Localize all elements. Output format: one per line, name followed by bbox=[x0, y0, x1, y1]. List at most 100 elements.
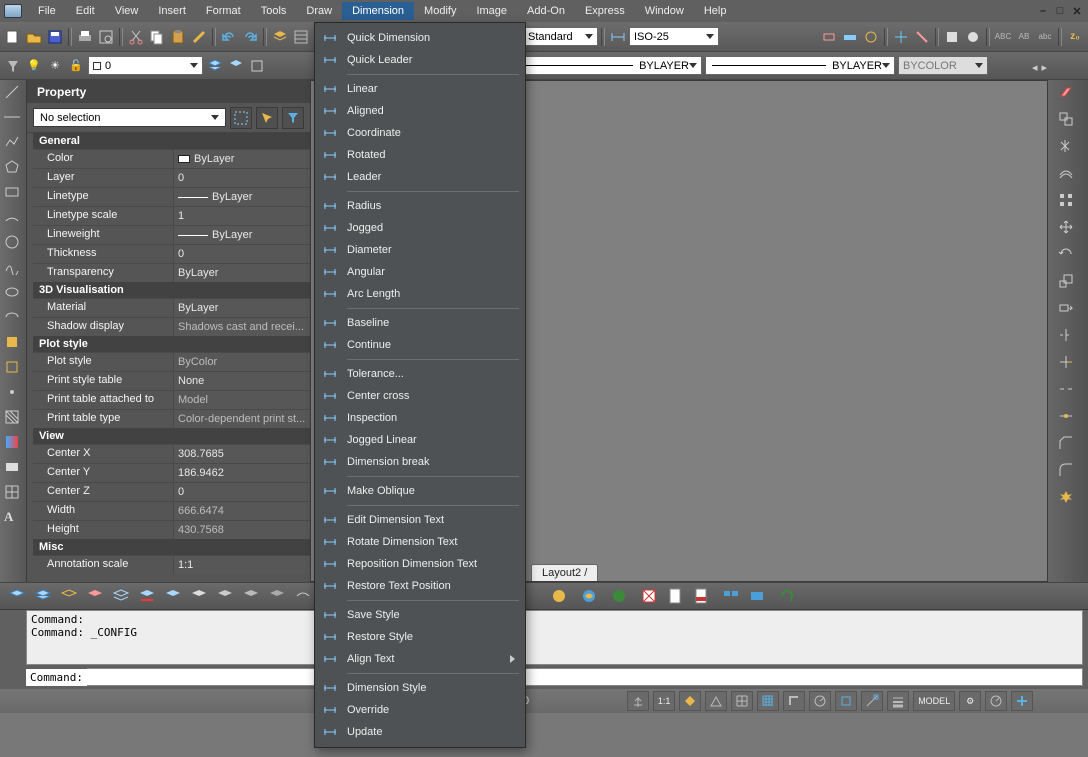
model-button[interactable]: MODEL bbox=[913, 691, 955, 711]
command-history[interactable]: Command: Command: _CONFIG bbox=[26, 610, 1083, 665]
menu-insert[interactable]: Insert bbox=[148, 2, 196, 20]
ellipse-arc-icon[interactable] bbox=[4, 309, 22, 327]
circle-icon[interactable] bbox=[4, 234, 22, 252]
prop-center-x[interactable]: Center X308.7685 bbox=[33, 444, 310, 463]
menu-format[interactable]: Format bbox=[196, 2, 251, 20]
array-icon[interactable] bbox=[1058, 192, 1078, 212]
nav-right-icon[interactable]: ▸ bbox=[1041, 61, 1047, 74]
dim-icon[interactable] bbox=[608, 27, 628, 47]
properties-icon[interactable] bbox=[291, 27, 311, 47]
close-button[interactable]: ✕ bbox=[1070, 5, 1084, 17]
text-ab-icon[interactable]: AB bbox=[1014, 27, 1034, 47]
table-icon[interactable] bbox=[4, 484, 22, 502]
polygon-icon[interactable] bbox=[4, 159, 22, 177]
polyline-icon[interactable] bbox=[4, 134, 22, 152]
menu-dimension[interactable]: Dimension bbox=[342, 2, 414, 20]
toggle-pickadd-icon[interactable] bbox=[230, 107, 252, 129]
iso-combo[interactable]: ISO-25 bbox=[629, 27, 719, 46]
menu-image[interactable]: Image bbox=[466, 2, 517, 20]
copy-icon[interactable] bbox=[147, 27, 167, 47]
prop-linetype-scale[interactable]: Linetype scale1 bbox=[33, 206, 310, 225]
tool-d-icon[interactable] bbox=[891, 27, 911, 47]
new-icon[interactable] bbox=[3, 27, 23, 47]
menu-item-baseline[interactable]: Baseline bbox=[315, 312, 525, 334]
selection-combo[interactable]: No selection bbox=[33, 108, 226, 127]
ls-10-icon[interactable] bbox=[240, 585, 262, 607]
rotate-icon[interactable] bbox=[1058, 246, 1078, 266]
point-icon[interactable] bbox=[4, 384, 22, 402]
menu-item-coordinate[interactable]: Coordinate bbox=[315, 122, 525, 144]
tool-c-icon[interactable] bbox=[861, 27, 881, 47]
minimize-button[interactable]: – bbox=[1036, 5, 1050, 17]
linetype-combo[interactable]: BYLAYER bbox=[512, 56, 702, 75]
rect-icon[interactable] bbox=[4, 184, 22, 202]
menu-item-arc-length[interactable]: Arc Length bbox=[315, 283, 525, 305]
copy-obj-icon[interactable] bbox=[1058, 111, 1078, 131]
menu-item-rotated[interactable]: Rotated bbox=[315, 144, 525, 166]
tool-g-icon[interactable] bbox=[963, 27, 983, 47]
prop-print-table-attached-to[interactable]: Print table attached toModel bbox=[33, 390, 310, 409]
menu-item-angular[interactable]: Angular bbox=[315, 261, 525, 283]
prop-print-table-type[interactable]: Print table typeColor-dependent print st… bbox=[33, 409, 310, 428]
prop-width[interactable]: Width666.6474 bbox=[33, 501, 310, 520]
menu-item-linear[interactable]: Linear bbox=[315, 78, 525, 100]
prop-layer[interactable]: Layer0 bbox=[33, 168, 310, 187]
region-icon[interactable] bbox=[4, 459, 22, 477]
erase-icon[interactable] bbox=[1058, 84, 1078, 104]
arc-icon[interactable] bbox=[4, 209, 22, 227]
make-block-icon[interactable] bbox=[4, 359, 22, 377]
ls-8-icon[interactable] bbox=[188, 585, 210, 607]
ls-11-icon[interactable] bbox=[266, 585, 288, 607]
qp-icon[interactable] bbox=[985, 691, 1007, 711]
ls-12-icon[interactable] bbox=[292, 585, 314, 607]
tool-a-icon[interactable] bbox=[819, 27, 839, 47]
layer-sun-icon[interactable]: ☀ bbox=[46, 57, 64, 75]
text-abc-icon[interactable]: ABC bbox=[993, 27, 1013, 47]
menu-item-leader[interactable]: Leader bbox=[315, 166, 525, 188]
menu-item-dimension-style[interactable]: Dimension Style bbox=[315, 677, 525, 699]
command-input[interactable] bbox=[87, 668, 1083, 686]
ortho-icon[interactable] bbox=[783, 691, 805, 711]
ls-1-icon[interactable] bbox=[6, 585, 28, 607]
maximize-button[interactable]: □ bbox=[1053, 5, 1067, 17]
insert-block-icon[interactable] bbox=[4, 334, 22, 352]
layer-icon[interactable] bbox=[270, 27, 290, 47]
menu-item-rotate-dimension-text[interactable]: Rotate Dimension Text bbox=[315, 531, 525, 553]
ls-4-icon[interactable] bbox=[84, 585, 106, 607]
layer-lock-icon[interactable]: 🔓 bbox=[67, 57, 85, 75]
menu-express[interactable]: Express bbox=[575, 2, 635, 20]
layer-state-icon[interactable] bbox=[248, 57, 266, 75]
menu-item-aligned[interactable]: Aligned bbox=[315, 100, 525, 122]
ls-2-icon[interactable] bbox=[32, 585, 54, 607]
nav-left-icon[interactable]: ◂ bbox=[1032, 61, 1038, 74]
prop-shadow-display[interactable]: Shadow displayShadows cast and recei... bbox=[33, 317, 310, 336]
move-icon[interactable] bbox=[1058, 219, 1078, 239]
tab-layout2[interactable]: Layout2 / bbox=[531, 564, 598, 581]
explode-icon[interactable] bbox=[1058, 489, 1078, 509]
prop-transparency[interactable]: TransparencyByLayer bbox=[33, 263, 310, 282]
annoscale-icon[interactable] bbox=[679, 691, 701, 711]
menu-item-reposition-dimension-text[interactable]: Reposition Dimension Text bbox=[315, 553, 525, 575]
xline-icon[interactable] bbox=[4, 109, 22, 127]
menu-view[interactable]: View bbox=[105, 2, 149, 20]
menu-item-restore-style[interactable]: Restore Style bbox=[315, 626, 525, 648]
refresh-icon[interactable] bbox=[776, 585, 798, 607]
ie-icon[interactable] bbox=[578, 585, 600, 607]
layer-combo[interactable]: 0 bbox=[88, 56, 203, 75]
paste-icon[interactable] bbox=[168, 27, 188, 47]
chamfer-icon[interactable] bbox=[1058, 435, 1078, 455]
ratio-button[interactable]: 1:1 bbox=[653, 691, 675, 711]
prop-material[interactable]: MaterialByLayer bbox=[33, 298, 310, 317]
doc-icon[interactable] bbox=[664, 585, 686, 607]
ls-3-icon[interactable] bbox=[58, 585, 80, 607]
menu-draw[interactable]: Draw bbox=[296, 2, 342, 20]
section-general[interactable]: General bbox=[33, 133, 310, 149]
hatch-icon[interactable] bbox=[4, 409, 22, 427]
grid-small-icon[interactable] bbox=[731, 691, 753, 711]
prop-color[interactable]: ColorByLayer bbox=[33, 149, 310, 168]
menu-item-make-oblique[interactable]: Make Oblique bbox=[315, 480, 525, 502]
menu-item-quick-dimension[interactable]: Quick Dimension bbox=[315, 27, 525, 49]
otrack-icon[interactable] bbox=[861, 691, 883, 711]
menu-item-continue[interactable]: Continue bbox=[315, 334, 525, 356]
z0-icon[interactable]: z₀ bbox=[1065, 27, 1085, 47]
